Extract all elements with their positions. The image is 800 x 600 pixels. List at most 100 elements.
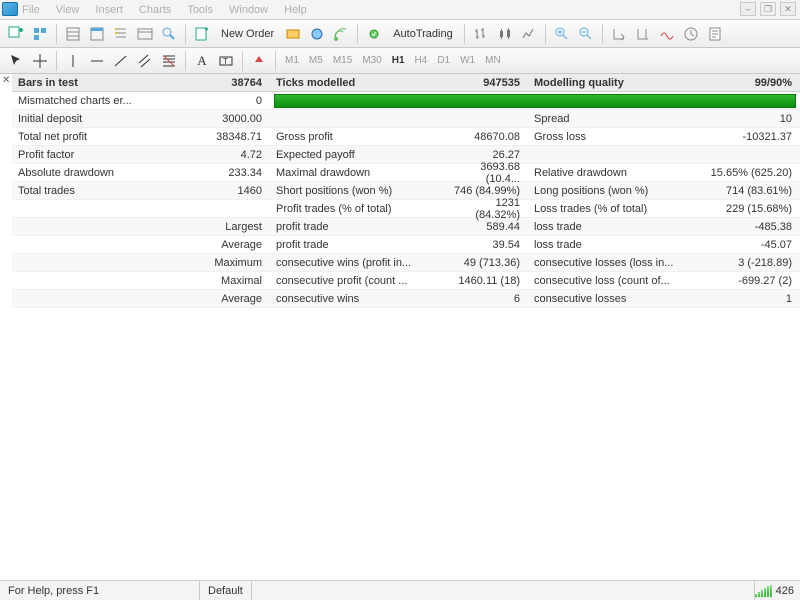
cursor-button[interactable] <box>5 50 27 72</box>
timeframe-h4[interactable]: H4 <box>415 55 428 66</box>
templates-button[interactable] <box>704 23 726 45</box>
menu-bar: File View Insert Charts Tools Window Hel… <box>0 0 800 20</box>
signal-bars-icon <box>755 585 772 597</box>
metaquotes-button[interactable] <box>282 23 304 45</box>
cell-label: Expected payoff <box>270 149 450 161</box>
menu-window[interactable]: Window <box>229 4 268 16</box>
vertical-line-button[interactable] <box>62 50 84 72</box>
cell-value: 233.34 <box>192 167 270 179</box>
signals-button[interactable] <box>330 23 352 45</box>
close-panel-button[interactable]: ✕ <box>2 75 12 85</box>
cell-value: -45.07 <box>708 239 800 251</box>
candle-chart-button[interactable] <box>494 23 516 45</box>
text-button[interactable]: A <box>191 50 213 72</box>
cell-value: -10321.37 <box>708 131 800 143</box>
svg-text:T: T <box>223 57 228 66</box>
timeframe-m30[interactable]: M30 <box>362 55 381 66</box>
data-window-button[interactable] <box>86 23 108 45</box>
cell-value: -485.38 <box>708 221 800 233</box>
new-order-icon[interactable] <box>191 23 213 45</box>
autotrading-button[interactable]: AutoTrading <box>386 23 460 45</box>
menu-file[interactable]: File <box>22 4 40 16</box>
cell-value: Maximal <box>192 275 270 287</box>
report-row: Largestprofit trade589.44loss trade-485.… <box>12 218 800 236</box>
autotrading-icon[interactable] <box>363 23 385 45</box>
timeframe-m1[interactable]: M1 <box>285 55 299 66</box>
indicators-button[interactable] <box>656 23 678 45</box>
report-row: Total trades1460Short positions (won %)7… <box>12 182 800 200</box>
cell-label: Total net profit <box>12 131 192 143</box>
cell-label: Gross loss <box>528 131 708 143</box>
trendline-button[interactable] <box>110 50 132 72</box>
channel-button[interactable] <box>134 50 156 72</box>
status-bar: For Help, press F1 Default 426 <box>0 580 800 600</box>
timeframe-w1[interactable]: W1 <box>460 55 475 66</box>
cell-label: consecutive losses (loss in... <box>528 257 708 269</box>
terminal-button[interactable] <box>134 23 156 45</box>
menu-insert[interactable]: Insert <box>95 4 123 16</box>
cell-label: Profit factor <box>12 149 192 161</box>
report-row: Averageprofit trade39.54loss trade-45.07 <box>12 236 800 254</box>
cell-label: consecutive wins (profit in... <box>270 257 450 269</box>
cell-label: Absolute drawdown <box>12 167 192 179</box>
zoom-in-button[interactable] <box>551 23 573 45</box>
fibonacci-button[interactable] <box>158 50 180 72</box>
cell-label: profit trade <box>270 221 450 233</box>
cell-value: 3693.68 (10.4... <box>450 161 528 185</box>
cell-value: Maximum <box>192 257 270 269</box>
bar-chart-button[interactable] <box>470 23 492 45</box>
new-chart-button[interactable] <box>5 23 27 45</box>
cell-value: 3000.00 <box>192 113 270 125</box>
timeframe-m15[interactable]: M15 <box>333 55 352 66</box>
connection-value: 426 <box>776 585 794 597</box>
arrows-button[interactable] <box>248 50 270 72</box>
modelling-progress-bar <box>274 94 796 108</box>
text-label-button[interactable]: T <box>215 50 237 72</box>
maximize-button[interactable]: ❐ <box>760 2 776 16</box>
timeframe-mn[interactable]: MN <box>485 55 501 66</box>
profiles-button[interactable] <box>29 23 51 45</box>
close-button[interactable]: ✕ <box>780 2 796 16</box>
cell-value: Average <box>192 293 270 305</box>
report-row: Profit trades (% of total)1231 (84.32%)L… <box>12 200 800 218</box>
crosshair-button[interactable] <box>29 50 51 72</box>
cell-value: 26.27 <box>450 149 528 161</box>
app-icon <box>2 2 18 16</box>
cell-label: Short positions (won %) <box>270 185 450 197</box>
cell-value: 1 <box>708 293 800 305</box>
main-toolbar: New Order AutoTrading <box>0 20 800 48</box>
cell-value: 38348.71 <box>192 131 270 143</box>
cell-value: 1460.11 (18) <box>450 275 528 287</box>
timeframe-d1[interactable]: D1 <box>437 55 450 66</box>
header-quality-label: Modelling quality <box>528 77 708 89</box>
cell-label: consecutive profit (count ... <box>270 275 450 287</box>
cell-label: Mismatched charts er... <box>12 95 192 107</box>
zoom-out-button[interactable] <box>575 23 597 45</box>
menu-view[interactable]: View <box>56 4 80 16</box>
cell-label: loss trade <box>528 221 708 233</box>
menu-charts[interactable]: Charts <box>139 4 171 16</box>
menu-tools[interactable]: Tools <box>187 4 213 16</box>
cell-label: Gross profit <box>270 131 450 143</box>
market-watch-button[interactable] <box>62 23 84 45</box>
chart-shift-button[interactable] <box>632 23 654 45</box>
strategy-tester-button[interactable] <box>158 23 180 45</box>
timeframe-h1[interactable]: H1 <box>392 55 405 66</box>
periods-button[interactable] <box>680 23 702 45</box>
report-row: Absolute drawdown233.34Maximal drawdown3… <box>12 164 800 182</box>
line-chart-button[interactable] <box>518 23 540 45</box>
cell-value: 589.44 <box>450 221 528 233</box>
minimize-button[interactable]: – <box>740 2 756 16</box>
status-profile[interactable]: Default <box>200 581 252 600</box>
expert-advisors-button[interactable] <box>306 23 328 45</box>
report-row: Averageconsecutive wins6consecutive loss… <box>12 290 800 308</box>
auto-scroll-button[interactable] <box>608 23 630 45</box>
navigator-button[interactable] <box>110 23 132 45</box>
cell-label: consecutive wins <box>270 293 450 305</box>
connection-status[interactable]: 426 <box>754 581 800 600</box>
new-order-button[interactable]: New Order <box>214 23 281 45</box>
report-row: Maximumconsecutive wins (profit in...49 … <box>12 254 800 272</box>
menu-help[interactable]: Help <box>284 4 307 16</box>
timeframe-m5[interactable]: M5 <box>309 55 323 66</box>
horizontal-line-button[interactable] <box>86 50 108 72</box>
